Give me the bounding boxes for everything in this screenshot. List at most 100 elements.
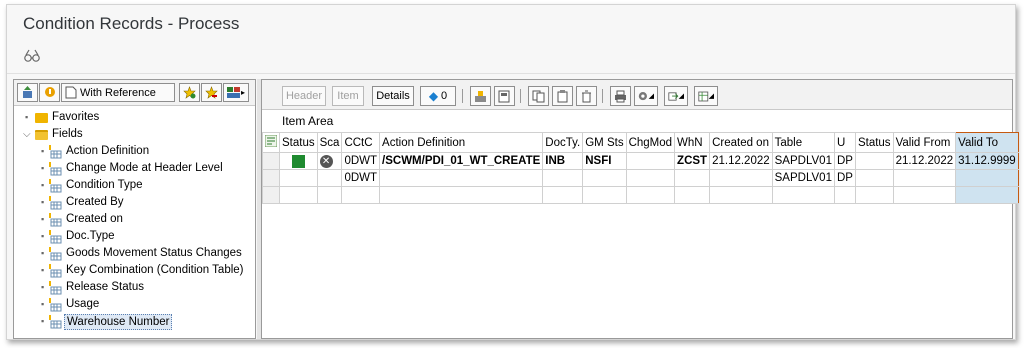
tree-node-key-combination[interactable]: ▪ Key Combination (Condition Table) bbox=[14, 262, 255, 279]
release-status-cell[interactable] bbox=[854, 152, 894, 170]
table-row[interactable]: ✕ 0DWT /SCWM/PDI_01_WT_CREATE INB NSFI Z… bbox=[262, 152, 1019, 170]
table-row[interactable] bbox=[262, 186, 1019, 204]
counter-button[interactable]: ◆ 0 bbox=[420, 86, 456, 106]
action-definition-cell[interactable] bbox=[379, 186, 544, 204]
created-on-cell[interactable] bbox=[709, 186, 773, 204]
valid-to-cell[interactable]: 31.12.9999 bbox=[955, 152, 1019, 170]
row-selector[interactable] bbox=[262, 169, 280, 187]
row-selector[interactable] bbox=[262, 186, 280, 204]
header-button[interactable]: Header bbox=[282, 86, 326, 106]
doctype-cell[interactable]: INB bbox=[542, 152, 584, 170]
paste-icon[interactable] bbox=[552, 86, 573, 106]
u-cell[interactable] bbox=[833, 186, 856, 204]
col-header-valid-from[interactable]: Valid From bbox=[892, 132, 957, 153]
col-header-release-status[interactable]: Status bbox=[854, 132, 894, 153]
col-header-created-on[interactable]: Created on bbox=[709, 132, 773, 153]
close-circle-icon: ✕ bbox=[319, 154, 333, 168]
field-icon bbox=[49, 145, 62, 159]
table-cell[interactable] bbox=[771, 186, 835, 204]
chgmod-cell[interactable] bbox=[625, 186, 676, 204]
chevron-down-icon[interactable]: ⌵ bbox=[23, 126, 31, 143]
tree-node-fields[interactable]: ⌵ Fields bbox=[14, 126, 255, 143]
col-header-gm-sts[interactable]: GM Sts bbox=[582, 132, 627, 153]
whn-cell[interactable]: ZCST bbox=[674, 152, 711, 170]
dropdown-arrow-icon: ◢ bbox=[678, 93, 684, 100]
release-status-cell[interactable] bbox=[854, 186, 894, 204]
tree-node-warehouse-number[interactable]: ▪ Warehouse Number bbox=[14, 313, 255, 330]
copy-record-icon[interactable] bbox=[494, 86, 515, 106]
col-header-whn[interactable]: WhN bbox=[674, 132, 711, 153]
valid-from-cell[interactable] bbox=[892, 186, 957, 204]
tree-node-goods-movement-status[interactable]: ▪ Goods Movement Status Changes bbox=[14, 245, 255, 262]
cctc-cell[interactable]: 0DWT bbox=[341, 152, 381, 170]
gm-sts-cell[interactable]: NSFI bbox=[582, 152, 627, 170]
doctype-cell[interactable] bbox=[542, 186, 584, 204]
tree-node-condition-type[interactable]: ▪ Condition Type bbox=[14, 177, 255, 194]
whn-cell[interactable] bbox=[674, 169, 711, 187]
view-menu-icon[interactable]: ◢ bbox=[634, 86, 658, 106]
col-header-status[interactable]: Status bbox=[279, 132, 318, 153]
layout-menu-icon[interactable]: ▸ bbox=[223, 83, 249, 102]
valid-from-cell[interactable] bbox=[892, 169, 957, 187]
chgmod-cell[interactable] bbox=[625, 152, 676, 170]
delete-icon[interactable] bbox=[576, 86, 597, 106]
create-icon[interactable] bbox=[17, 83, 38, 102]
info-icon[interactable] bbox=[39, 83, 60, 102]
col-header-cctc[interactable]: CCtC bbox=[341, 132, 381, 153]
col-header-docty[interactable]: DocTy. bbox=[542, 132, 584, 153]
valid-to-cell[interactable] bbox=[955, 169, 1019, 187]
table-row[interactable]: 0DWT SAPDLV01 DP bbox=[262, 169, 1019, 187]
valid-from-cell[interactable]: 21.12.2022 bbox=[892, 152, 957, 170]
app-toolbar bbox=[7, 43, 1015, 73]
bullet-icon: ▪ bbox=[41, 231, 45, 241]
tree-node-created-on[interactable]: ▪ Created on bbox=[14, 211, 255, 228]
layout-select-icon[interactable]: ◢ bbox=[694, 86, 718, 106]
tree-node-favorites[interactable]: ▪ Favorites bbox=[14, 109, 255, 126]
col-header-action-definition[interactable]: Action Definition bbox=[379, 132, 544, 153]
chgmod-cell[interactable] bbox=[625, 169, 676, 187]
item-button[interactable]: Item bbox=[332, 86, 364, 106]
action-definition-cell[interactable] bbox=[379, 169, 544, 187]
tree-node-doc-type[interactable]: ▪ Doc.Type bbox=[14, 228, 255, 245]
cctc-cell[interactable]: 0DWT bbox=[341, 169, 381, 187]
status-cell bbox=[279, 186, 318, 204]
u-cell[interactable]: DP bbox=[833, 169, 856, 187]
gm-sts-cell[interactable] bbox=[582, 186, 627, 204]
item-area-pane: Header Item Details ◆ 0 ◢ ◢ ◢ Item Area … bbox=[261, 79, 1019, 339]
valid-to-cell[interactable] bbox=[955, 186, 1019, 204]
table-cell[interactable]: SAPDLV01 bbox=[771, 152, 835, 170]
whn-cell[interactable] bbox=[674, 186, 711, 204]
tree-node-usage[interactable]: ▪ Usage bbox=[14, 296, 255, 313]
u-cell[interactable]: DP bbox=[833, 152, 856, 170]
tree-node-change-mode[interactable]: ▪ Change Mode at Header Level bbox=[14, 160, 255, 177]
select-all-icon[interactable] bbox=[262, 132, 280, 153]
tree-node-created-by[interactable]: ▪ Created By bbox=[14, 194, 255, 211]
doctype-cell[interactable] bbox=[542, 169, 584, 187]
tree-node-release-status[interactable]: ▪ Release Status bbox=[14, 279, 255, 296]
save-condition-icon[interactable] bbox=[470, 86, 491, 106]
with-reference-button[interactable]: With Reference bbox=[61, 83, 175, 102]
gm-sts-cell[interactable] bbox=[582, 169, 627, 187]
bullet-icon: ▪ bbox=[41, 163, 45, 173]
action-definition-cell[interactable]: /SCWM/PDI_01_WT_CREATE bbox=[379, 152, 544, 170]
table-cell[interactable]: SAPDLV01 bbox=[771, 169, 835, 187]
col-header-u[interactable]: U bbox=[833, 132, 856, 153]
col-header-table[interactable]: Table bbox=[771, 132, 835, 153]
remove-favorite-icon[interactable] bbox=[201, 83, 222, 102]
col-header-valid-to[interactable]: Valid To bbox=[955, 132, 1019, 153]
cctc-cell[interactable] bbox=[341, 186, 381, 204]
tree-node-action-definition[interactable]: ▪ Action Definition bbox=[14, 143, 255, 160]
print-icon[interactable] bbox=[610, 86, 631, 106]
display-glasses-icon[interactable] bbox=[23, 47, 41, 65]
export-menu-icon[interactable]: ◢ bbox=[664, 86, 688, 106]
add-favorite-icon[interactable] bbox=[179, 83, 200, 102]
details-button[interactable]: Details bbox=[372, 86, 414, 106]
col-header-sca[interactable]: Sca bbox=[316, 132, 343, 153]
row-selector[interactable] bbox=[262, 152, 280, 170]
created-on-cell[interactable] bbox=[709, 169, 773, 187]
col-header-chgmod[interactable]: ChgMod bbox=[625, 132, 676, 153]
bullet-icon: ▪ bbox=[25, 112, 29, 122]
release-status-cell[interactable] bbox=[854, 169, 894, 187]
created-on-cell[interactable]: 21.12.2022 bbox=[709, 152, 773, 170]
copy-icon[interactable] bbox=[528, 86, 549, 106]
